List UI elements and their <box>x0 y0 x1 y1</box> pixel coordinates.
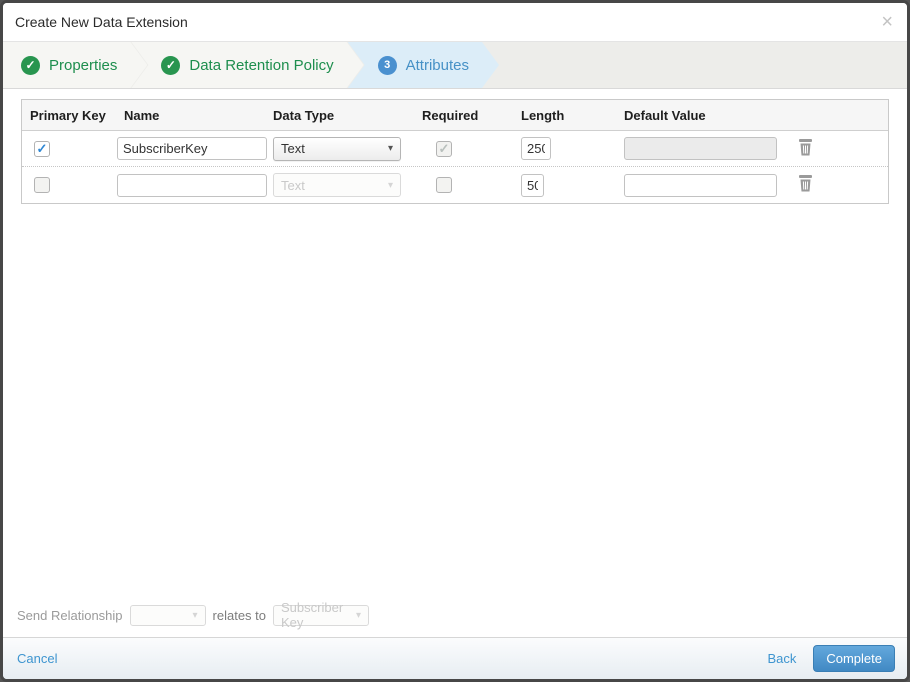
delete-row-icon[interactable] <box>797 138 814 157</box>
step-label: Attributes <box>405 56 469 74</box>
create-data-extension-dialog: Create New Data Extension × ✓ Properties… <box>0 0 910 682</box>
name-input[interactable] <box>117 137 267 160</box>
header-required: Required <box>422 107 479 123</box>
header-data-type: Data Type <box>273 107 335 123</box>
cancel-link[interactable]: Cancel <box>17 651 57 666</box>
header-name: Name <box>124 107 160 123</box>
relates-to-label: relates to <box>212 607 267 623</box>
length-input[interactable] <box>521 173 544 197</box>
check-icon: ✓ <box>36 140 48 156</box>
default-value-input <box>624 137 777 160</box>
dialog-titlebar: Create New Data Extension × <box>3 3 907 41</box>
wizard-step-data-retention-policy[interactable]: ✓ Data Retention Policy <box>131 42 363 88</box>
header-primary-key: Primary Key <box>30 107 106 123</box>
data-type-select[interactable]: Text ▾ <box>273 136 401 161</box>
back-link[interactable]: Back <box>767 651 796 666</box>
chevron-down-icon: ▾ <box>192 609 198 621</box>
check-icon: ✓ <box>438 140 450 156</box>
default-value-input[interactable] <box>624 173 777 197</box>
wizard-step-attributes[interactable]: 3 Attributes <box>348 42 499 88</box>
data-type-select: Text ▾ <box>273 173 401 197</box>
dialog-footer: Cancel Back Complete <box>3 637 907 679</box>
chevron-down-icon: ▾ <box>355 609 362 621</box>
data-type-value: Text <box>281 177 305 193</box>
header-default-value: Default Value <box>624 107 706 123</box>
dialog-title: Create New Data Extension <box>15 14 188 30</box>
chevron-down-icon: ▾ <box>387 143 393 154</box>
close-icon[interactable]: × <box>879 12 895 32</box>
table-row: ✓ Text ▾ ✓ <box>22 167 888 203</box>
target-value: Subscriber Key <box>281 600 344 630</box>
send-relationship-label: Send Relationship <box>17 607 123 623</box>
step-label: Data Retention Policy <box>189 56 334 74</box>
step-label: Properties <box>49 56 118 74</box>
name-input[interactable] <box>117 173 267 197</box>
attributes-table: Primary Key Name Data Type Required Leng… <box>21 99 889 204</box>
wizard-step-properties[interactable]: ✓ Properties <box>3 42 147 88</box>
wizard-step-bar: ✓ Properties ✓ Data Retention Policy 3 A… <box>3 41 907 89</box>
length-input[interactable] <box>521 137 551 160</box>
delete-row-icon[interactable] <box>797 174 814 193</box>
chevron-down-icon: ▾ <box>387 179 393 191</box>
data-type-value: Text <box>281 141 305 156</box>
table-row: ✓ Text ▾ ✓ <box>22 131 888 167</box>
dialog-content: Primary Key Name Data Type Required Leng… <box>3 90 907 637</box>
step-complete-check-icon: ✓ <box>21 56 40 75</box>
primary-key-checkbox[interactable]: ✓ <box>34 140 50 157</box>
send-relationship-source-select: ▾ <box>129 604 206 626</box>
primary-key-checkbox[interactable]: ✓ <box>34 177 50 193</box>
header-length: Length <box>521 107 565 123</box>
step-number-badge: 3 <box>378 56 397 75</box>
send-relationship-row: Send Relationship ▾ relates to Subscribe… <box>17 600 370 630</box>
send-relationship-target-select: Subscriber Key ▾ <box>273 600 370 630</box>
table-header-row: Primary Key Name Data Type Required Leng… <box>22 100 888 131</box>
complete-button[interactable]: Complete <box>813 645 895 672</box>
required-checkbox: ✓ <box>436 140 452 157</box>
required-checkbox[interactable]: ✓ <box>436 177 452 193</box>
step-complete-check-icon: ✓ <box>161 56 180 75</box>
